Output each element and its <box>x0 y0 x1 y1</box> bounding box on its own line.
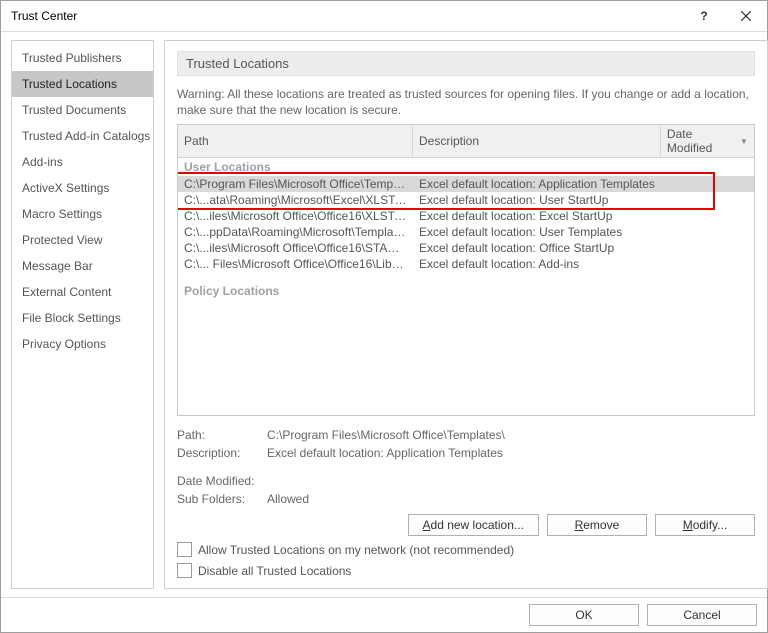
dialog-footer: OK Cancel <box>1 597 767 632</box>
policy-locations-group: Policy Locations <box>178 282 754 300</box>
user-locations-group: User Locations <box>178 158 754 176</box>
sidebar-item-trusted-documents[interactable]: Trusted Documents <box>12 97 153 123</box>
detail-path-key: Path: <box>177 426 267 444</box>
detail-description-value: Excel default location: Application Temp… <box>267 444 503 462</box>
cell-path: C:\Program Files\Microsoft Office\Templa… <box>178 176 413 192</box>
table-row[interactable]: C:\...ppData\Roaming\Microsoft\Templates… <box>178 224 754 240</box>
detail-date-key: Date Modified: <box>177 472 267 490</box>
sidebar-item-activex-settings[interactable]: ActiveX Settings <box>12 175 153 201</box>
cell-date <box>661 208 754 224</box>
modify-button[interactable]: Modify... <box>655 514 755 536</box>
table-header: Path Description Date Modified ▼ <box>178 125 754 158</box>
allow-network-locations-row: Allow Trusted Locations on my network (n… <box>177 542 755 557</box>
sidebar-item-external-content[interactable]: External Content <box>12 279 153 305</box>
cell-path: C:\... Files\Microsoft Office\Office16\L… <box>178 256 413 272</box>
titlebar: Trust Center ? <box>1 1 767 32</box>
disable-all-locations-label: Disable all Trusted Locations <box>198 564 351 578</box>
category-sidebar: Trusted Publishers Trusted Locations Tru… <box>11 40 154 589</box>
table-row[interactable]: C:\...iles\Microsoft Office\Office16\XLS… <box>178 208 754 224</box>
cell-description: Excel default location: Office StartUp <box>413 240 661 256</box>
cell-description: Excel default location: Application Temp… <box>413 176 661 192</box>
table-row[interactable]: C:\Program Files\Microsoft Office\Templa… <box>178 176 754 192</box>
disable-all-locations-checkbox[interactable] <box>177 563 192 578</box>
allow-network-locations-checkbox[interactable] <box>177 542 192 557</box>
column-description[interactable]: Description <box>413 125 661 157</box>
action-buttons: Add new location... Remove Modify... <box>177 514 755 536</box>
cell-date <box>661 256 754 272</box>
table-row[interactable]: C:\...iles\Microsoft Office\Office16\STA… <box>178 240 754 256</box>
help-button[interactable]: ? <box>683 1 725 31</box>
chevron-down-icon: ▼ <box>740 137 748 146</box>
remove-button[interactable]: Remove <box>547 514 647 536</box>
cell-description: Excel default location: Add-ins <box>413 256 661 272</box>
sidebar-item-trusted-locations[interactable]: Trusted Locations <box>12 71 153 97</box>
main-panel: Trusted Locations Warning: All these loc… <box>164 40 768 589</box>
allow-network-locations-label: Allow Trusted Locations on my network (n… <box>198 543 514 557</box>
warning-text: Warning: All these locations are treated… <box>177 86 755 118</box>
detail-path-value: C:\Program Files\Microsoft Office\Templa… <box>267 426 505 444</box>
locations-table: Path Description Date Modified ▼ User Lo… <box>177 124 755 416</box>
cell-path: C:\...ata\Roaming\Microsoft\Excel\XLSTAR… <box>178 192 413 208</box>
cell-path: C:\...iles\Microsoft Office\Office16\STA… <box>178 240 413 256</box>
sidebar-item-macro-settings[interactable]: Macro Settings <box>12 201 153 227</box>
cell-date <box>661 224 754 240</box>
detail-subfolders-key: Sub Folders: <box>177 490 267 508</box>
section-heading: Trusted Locations <box>177 51 755 76</box>
add-new-location-button[interactable]: Add new location... <box>408 514 539 536</box>
ok-button[interactable]: OK <box>529 604 639 626</box>
detail-description-key: Description: <box>177 444 267 462</box>
cell-date <box>661 240 754 256</box>
cell-description: Excel default location: Excel StartUp <box>413 208 661 224</box>
cancel-button[interactable]: Cancel <box>647 604 757 626</box>
cell-description: Excel default location: User StartUp <box>413 192 661 208</box>
disable-all-locations-row: Disable all Trusted Locations <box>177 563 755 578</box>
table-row[interactable]: C:\... Files\Microsoft Office\Office16\L… <box>178 256 754 272</box>
cell-date <box>661 192 754 208</box>
close-button[interactable] <box>725 1 767 31</box>
cell-date <box>661 176 754 192</box>
column-date-label: Date Modified <box>667 127 740 155</box>
table-row[interactable]: C:\...ata\Roaming\Microsoft\Excel\XLSTAR… <box>178 192 754 208</box>
sidebar-item-file-block-settings[interactable]: File Block Settings <box>12 305 153 331</box>
column-date-modified[interactable]: Date Modified ▼ <box>661 125 754 157</box>
detail-subfolders-value: Allowed <box>267 490 309 508</box>
window-title: Trust Center <box>11 9 683 23</box>
sidebar-item-trusted-publishers[interactable]: Trusted Publishers <box>12 45 153 71</box>
sidebar-item-add-ins[interactable]: Add-ins <box>12 149 153 175</box>
column-path[interactable]: Path <box>178 125 413 157</box>
sidebar-item-trusted-addin-catalogs[interactable]: Trusted Add-in Catalogs <box>12 123 153 149</box>
sidebar-item-privacy-options[interactable]: Privacy Options <box>12 331 153 357</box>
sidebar-item-message-bar[interactable]: Message Bar <box>12 253 153 279</box>
trust-center-dialog: Trust Center ? Trusted Publishers Truste… <box>0 0 768 633</box>
cell-path: C:\...ppData\Roaming\Microsoft\Templates… <box>178 224 413 240</box>
selected-location-details: Path: C:\Program Files\Microsoft Office\… <box>177 416 755 508</box>
sidebar-item-protected-view[interactable]: Protected View <box>12 227 153 253</box>
cell-path: C:\...iles\Microsoft Office\Office16\XLS… <box>178 208 413 224</box>
close-icon <box>741 11 751 21</box>
cell-description: Excel default location: User Templates <box>413 224 661 240</box>
